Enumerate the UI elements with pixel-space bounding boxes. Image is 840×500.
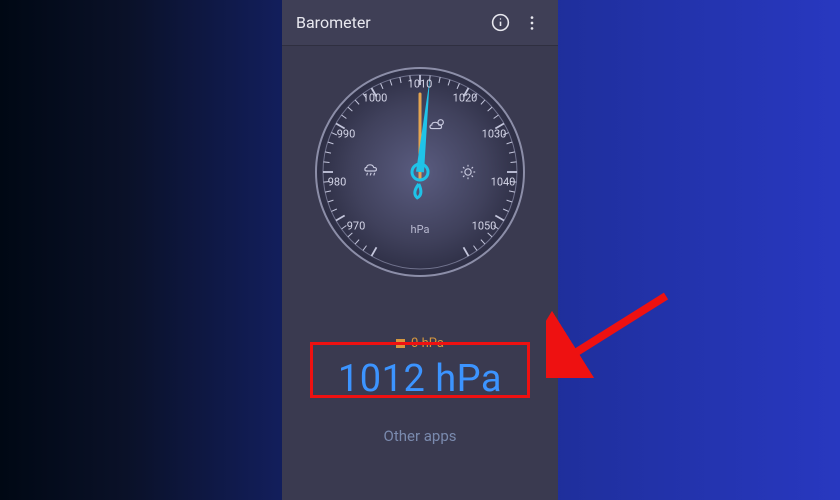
app-bar: Barometer xyxy=(282,0,558,46)
tick-1040: 1040 xyxy=(491,176,516,189)
annotation-arrow-icon xyxy=(546,288,676,378)
tick-990: 990 xyxy=(337,128,356,141)
sun-icon xyxy=(459,163,481,181)
tick-1000: 1000 xyxy=(363,92,388,105)
change-swatch-icon xyxy=(396,339,405,348)
tick-1030: 1030 xyxy=(482,128,507,141)
tick-970: 970 xyxy=(347,220,366,233)
gauge-unit: hPa xyxy=(411,223,430,236)
tick-1010: 1010 xyxy=(408,78,433,91)
app-screen: Barometer xyxy=(282,0,558,500)
more-menu-icon[interactable] xyxy=(520,11,544,35)
tick-1050: 1050 xyxy=(472,220,497,233)
app-title: Barometer xyxy=(296,13,480,32)
pressure-reading: 1012 hPa xyxy=(282,357,558,401)
tick-1020: 1020 xyxy=(453,92,478,105)
partly-cloudy-icon xyxy=(427,117,449,135)
other-apps-link[interactable]: Other apps xyxy=(282,427,558,445)
info-icon[interactable] xyxy=(488,11,512,35)
tick-980: 980 xyxy=(328,176,347,189)
gauge-container: 1010 1000 1020 990 1030 980 1040 970 105… xyxy=(282,46,558,290)
change-value: 0 hPa xyxy=(411,336,444,351)
pressure-change: 0 hPa xyxy=(282,336,558,351)
rain-icon xyxy=(361,163,383,181)
barometer-gauge: 1010 1000 1020 990 1030 980 1040 970 105… xyxy=(312,64,528,280)
